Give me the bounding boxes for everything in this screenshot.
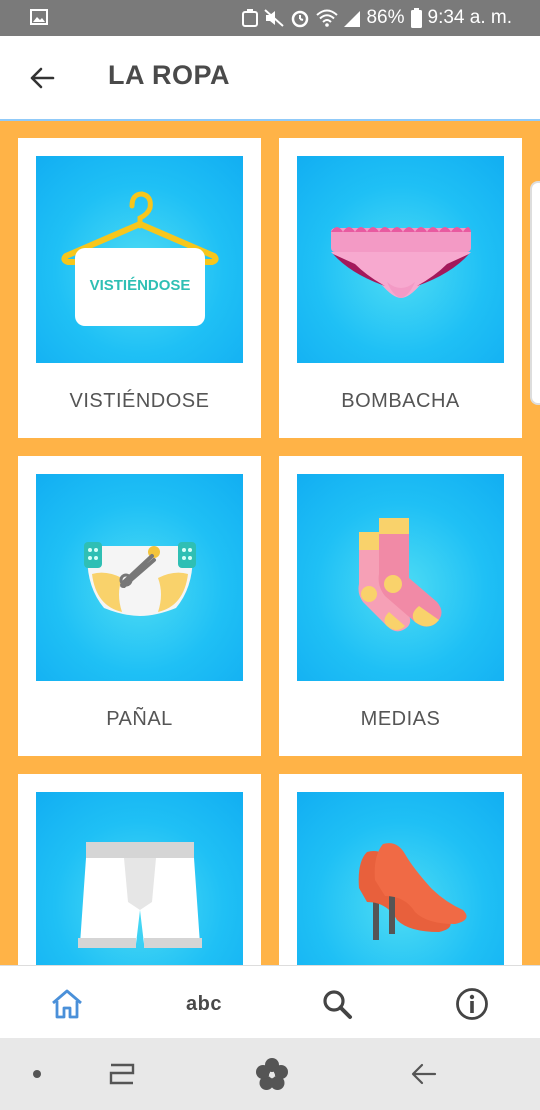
nav-info[interactable] [452,984,492,1024]
card-vistiendose[interactable]: VISTIÉNDOSE VISTIÉNDOSE [18,138,261,438]
card-bombacha[interactable]: BOMBACHA [279,138,522,438]
bottom-nav: abc [0,965,540,1039]
card-image [297,474,504,681]
info-icon [456,988,488,1020]
battery-icon [410,8,422,28]
flower-home-icon [256,1058,288,1090]
boxer-shorts-icon [78,842,202,948]
card-label: PAÑAL [106,708,173,730]
signal-icon [344,11,361,27]
nav-home[interactable] [47,984,87,1024]
recycle-icon [242,9,259,27]
card-item-6[interactable] [279,774,522,965]
hanger-icon: VISTIÉNDOSE [61,191,219,326]
search-icon [323,990,352,1019]
card-image [36,474,243,681]
card-image [297,792,504,965]
alarm-icon [292,10,309,28]
card-badge-text: VISTIÉNDOSE [90,277,191,294]
dot-icon [33,1070,41,1078]
card-label: BOMBACHA [341,390,460,412]
app-bar: LA ROPA [0,36,540,121]
card-item-5[interactable] [18,774,261,965]
abc-icon: abc [186,992,222,1015]
page-title: LA ROPA [108,60,230,90]
card-image [36,792,243,965]
card-label: MEDIAS [360,708,441,730]
socks-icon [358,518,442,632]
card-panal[interactable]: PAÑAL [18,456,261,756]
mute-icon [264,9,285,27]
battery-percent: 86% [366,7,405,28]
card-image: VISTIÉNDOSE [36,156,243,363]
gallery-notification-icon [30,9,48,25]
status-icons: 86% 9:34 a. m. [242,5,512,31]
back-button[interactable] [22,60,62,96]
underwear-icon [331,227,471,298]
card-medias[interactable]: MEDIAS [279,456,522,756]
nav-search[interactable] [317,984,357,1024]
status-bar: 86% 9:34 a. m. [0,0,540,36]
card-label: VISTIÉNDOSE [69,390,210,412]
high-heels-icon [358,843,467,940]
card-image [297,156,504,363]
clock: 9:34 a. m. [427,7,513,28]
nav-dot [17,1056,57,1092]
system-nav-bar [0,1038,540,1110]
nav-abc[interactable]: abc [182,984,226,1024]
wifi-icon [316,9,339,27]
recent-apps-icon [109,1063,135,1085]
back-arrow-icon [411,1063,437,1085]
category-grid: VISTIÉNDOSE VISTIÉNDOSE BOMBACHA PAÑAL M… [0,121,540,965]
home-icon [52,989,82,1019]
diaper-icon [84,542,196,616]
recent-apps-button[interactable] [102,1056,142,1092]
scroll-handle[interactable] [530,181,540,405]
home-system-button[interactable] [252,1056,292,1092]
back-system-button[interactable] [404,1056,444,1092]
arrow-back-icon [30,67,55,89]
